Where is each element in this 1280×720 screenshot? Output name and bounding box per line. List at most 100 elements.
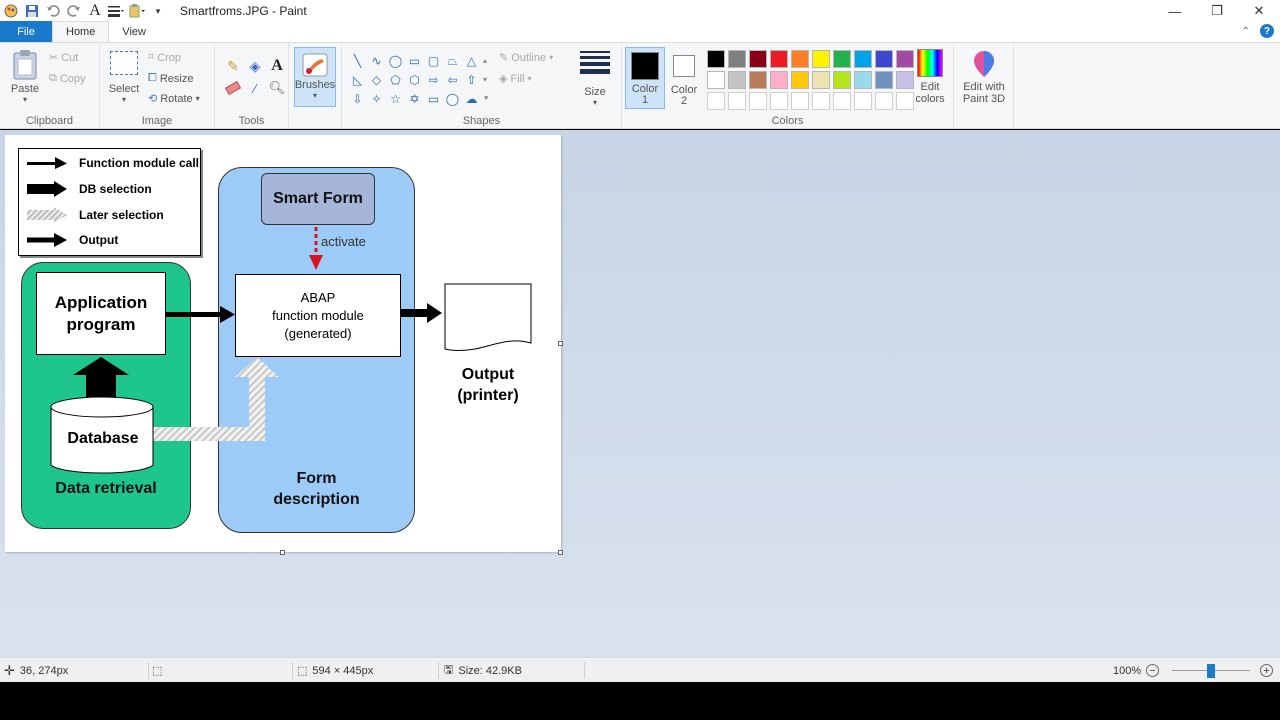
color-swatch[interactable] xyxy=(749,71,767,89)
color-swatch[interactable] xyxy=(833,71,851,89)
line-shape-icon[interactable]: ╲ xyxy=(348,51,367,70)
output-line1: Output xyxy=(461,366,515,383)
color-swatch[interactable] xyxy=(770,50,788,68)
copy-button[interactable]: ⧉ Copy xyxy=(49,72,86,85)
color-swatch[interactable] xyxy=(854,50,872,68)
customize-qat-icon[interactable]: ▾ xyxy=(149,2,167,20)
custom-color-slot[interactable] xyxy=(791,92,809,110)
oval-callout-shape-icon[interactable]: ◯ xyxy=(443,89,462,108)
four-point-star-shape-icon[interactable]: ✧ xyxy=(367,89,386,108)
color-swatch[interactable] xyxy=(707,71,725,89)
color-swatch[interactable] xyxy=(770,71,788,89)
save-icon[interactable] xyxy=(23,2,41,20)
resize-handle-bottom[interactable] xyxy=(280,550,285,555)
pencil-icon[interactable]: ✎ xyxy=(222,55,244,77)
color-swatch[interactable] xyxy=(791,50,809,68)
select-button[interactable]: Select ▾ xyxy=(108,51,140,104)
size-button[interactable]: Size ▾ xyxy=(572,49,618,107)
paint3d-label-1: Edit with xyxy=(963,81,1005,93)
line-size-icon[interactable] xyxy=(107,2,125,20)
paint-app-icon[interactable] xyxy=(2,2,20,20)
undo-icon[interactable] xyxy=(44,2,62,20)
custom-color-slot[interactable] xyxy=(707,92,725,110)
fill-bucket-icon[interactable]: ◈ xyxy=(244,55,266,77)
brushes-button[interactable]: Brushes ▾ xyxy=(294,47,336,107)
diamond-shape-icon[interactable]: ◇ xyxy=(367,70,386,89)
screen-bottom-bar xyxy=(0,682,1280,720)
color-swatch[interactable] xyxy=(833,50,851,68)
oval-shape-icon[interactable]: ◯ xyxy=(386,51,405,70)
collapse-ribbon-icon[interactable]: ⌃ xyxy=(1242,26,1250,37)
right-triangle-shape-icon[interactable]: ◺ xyxy=(348,70,367,89)
custom-color-slot[interactable] xyxy=(833,92,851,110)
crop-button[interactable]: ⌗ Crop xyxy=(148,51,181,64)
cloud-callout-shape-icon[interactable]: ☁ xyxy=(462,89,481,108)
curve-shape-icon[interactable]: ∿ xyxy=(367,51,386,70)
color-swatch[interactable] xyxy=(728,71,746,89)
eraser-icon[interactable] xyxy=(222,77,244,99)
zoom-in-button[interactable]: + xyxy=(1260,658,1273,683)
six-point-star-shape-icon[interactable]: ✡ xyxy=(405,89,424,108)
minimize-button[interactable]: — xyxy=(1154,0,1196,22)
color-swatch[interactable] xyxy=(875,50,893,68)
restore-button[interactable]: ❐ xyxy=(1196,0,1238,22)
color1-button[interactable]: Color 1 xyxy=(625,47,665,109)
five-point-star-shape-icon[interactable]: ☆ xyxy=(386,89,405,108)
edit-with-paint3d-button[interactable]: Edit with Paint 3D xyxy=(958,49,1010,105)
rotate-button[interactable]: ⟲ Rotate ▾ xyxy=(148,92,200,106)
color-swatch[interactable] xyxy=(875,71,893,89)
tab-file[interactable]: File xyxy=(0,21,52,42)
fill-button[interactable]: ◈ Fill ▾ xyxy=(499,72,532,86)
rect-callout-shape-icon[interactable]: ▭ xyxy=(424,89,443,108)
custom-color-slot[interactable] xyxy=(728,92,746,110)
text-icon[interactable]: A xyxy=(266,55,288,77)
resize-button[interactable]: ⧠ Resize xyxy=(148,72,193,85)
close-button[interactable]: ✕ xyxy=(1238,0,1280,22)
color-swatch[interactable] xyxy=(728,50,746,68)
pentagon-shape-icon[interactable]: ⬠ xyxy=(386,70,405,89)
down-arrow-shape-icon[interactable]: ⇩ xyxy=(348,89,367,108)
shapes-scroll[interactable]: ▴ ▾ ⯆ xyxy=(483,51,491,108)
color-picker-icon[interactable]: ⁄ xyxy=(244,77,266,99)
paste-from-icon[interactable] xyxy=(128,2,146,20)
tab-home[interactable]: Home xyxy=(52,21,110,42)
color-swatch[interactable] xyxy=(854,71,872,89)
color-swatch[interactable] xyxy=(707,50,725,68)
custom-color-slot[interactable] xyxy=(854,92,872,110)
resize-handle-corner[interactable] xyxy=(558,550,563,555)
zoom-slider-thumb[interactable] xyxy=(1207,664,1215,678)
redo-icon[interactable] xyxy=(65,2,83,20)
rounded-rectangle-shape-icon[interactable]: ▢ xyxy=(424,51,443,70)
select-dropdown-icon[interactable]: ▾ xyxy=(122,95,126,104)
triangle-shape-icon[interactable]: △ xyxy=(462,51,481,70)
cut-button[interactable]: ✂ Cut xyxy=(49,51,78,65)
up-arrow-shape-icon[interactable]: ⇧ xyxy=(462,70,481,89)
color-swatch[interactable] xyxy=(812,50,830,68)
paste-button[interactable]: Paste ▾ xyxy=(10,49,40,104)
magnifier-icon[interactable]: 🔍︎ xyxy=(266,77,288,99)
rectangle-shape-icon[interactable]: ▭ xyxy=(405,51,424,70)
zoom-out-button[interactable]: − xyxy=(1146,658,1159,683)
right-arrow-shape-icon[interactable]: ⇨ xyxy=(424,70,443,89)
canvas[interactable]: Function module call DB selection Later … xyxy=(5,135,561,552)
hexagon-shape-icon[interactable]: ⬡ xyxy=(405,70,424,89)
color-swatch[interactable] xyxy=(812,71,830,89)
work-area[interactable]: Function module call DB selection Later … xyxy=(0,130,1280,657)
edit-colors-button[interactable]: Edit colors xyxy=(912,49,948,105)
help-icon[interactable]: ? xyxy=(1260,24,1274,38)
color-swatch[interactable] xyxy=(791,71,809,89)
polygon-shape-icon[interactable]: ⏢ xyxy=(443,51,462,70)
custom-color-slot[interactable] xyxy=(875,92,893,110)
text-tool-icon[interactable]: A xyxy=(86,2,104,20)
rotate-label: Rotate xyxy=(160,92,193,105)
outline-button[interactable]: ✎ Outline ▾ xyxy=(499,51,553,65)
custom-color-slot[interactable] xyxy=(749,92,767,110)
paste-dropdown-icon[interactable]: ▾ xyxy=(23,95,27,104)
resize-handle-right[interactable] xyxy=(558,341,563,346)
custom-color-slot[interactable] xyxy=(770,92,788,110)
left-arrow-shape-icon[interactable]: ⇦ xyxy=(443,70,462,89)
color-swatch[interactable] xyxy=(749,50,767,68)
tab-view[interactable]: View xyxy=(109,21,159,42)
custom-color-slot[interactable] xyxy=(812,92,830,110)
color2-button[interactable]: Color 2 xyxy=(668,47,700,107)
